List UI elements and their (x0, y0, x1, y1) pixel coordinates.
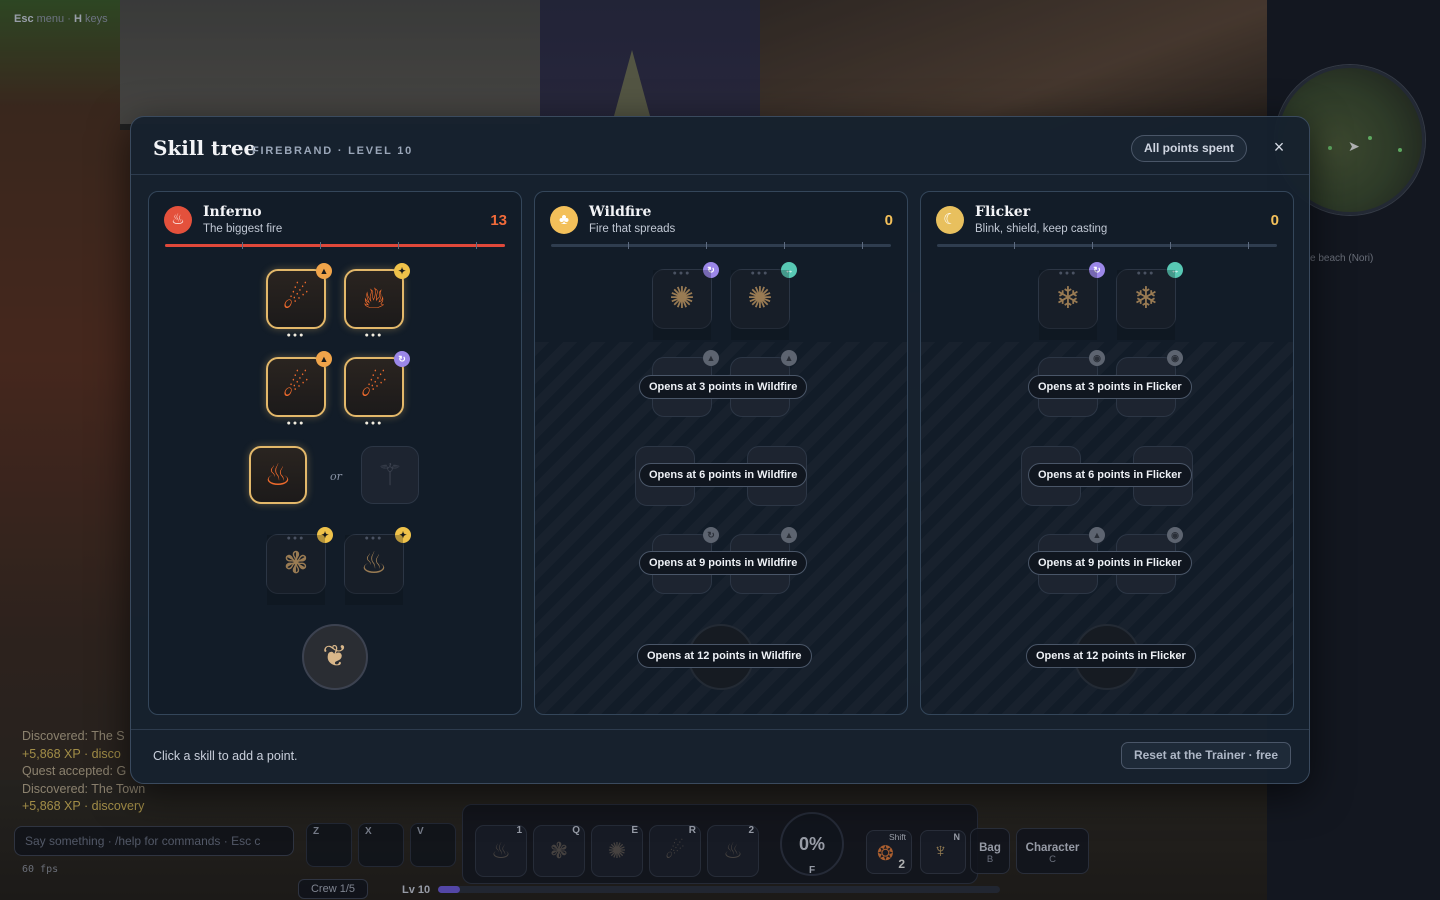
rank-pips: ●●● (1117, 270, 1175, 340)
lock-requirement: Opens at 12 points in Flicker (1026, 644, 1196, 668)
rank-pips: ●●● (653, 270, 711, 340)
flicker-icon: ☾ (936, 206, 964, 234)
lock-badge-icon: ▲ (781, 527, 797, 543)
lock-badge-icon: ↻ (703, 527, 719, 543)
rank-pips: ●●● (267, 535, 325, 605)
tree-flicker: ☾ Flicker Blink, shield, keep casting 0 … (920, 191, 1294, 715)
skill-node-embers[interactable]: ❃ ✦ ●●● (266, 527, 333, 605)
progress-tick (784, 242, 785, 249)
rank-pips: ●●● (286, 420, 306, 427)
tree-progress-bar (165, 242, 505, 249)
skill-node-fireball-2[interactable]: ☄ ▲ ●●● (266, 351, 332, 427)
fireball-icon: ☄ (282, 370, 310, 403)
cycle-badge-icon: ↻ (394, 351, 410, 367)
rank-pips: ●●● (364, 332, 384, 339)
progress-tick (242, 242, 243, 249)
skill-node-fireball[interactable]: ☄ ▲ ●●● (266, 263, 332, 339)
progress-tick (476, 242, 477, 249)
lock-requirement: Opens at 6 points in Wildfire (639, 463, 808, 487)
lock-requirement: Opens at 12 points in Wildfire (637, 644, 812, 668)
lock-requirement: Opens at 6 points in Flicker (1028, 463, 1192, 487)
skill-node-pyre[interactable]: ♨ (249, 446, 307, 504)
points-status-pill: All points spent (1131, 135, 1247, 162)
skill-node-comet[interactable]: ☄ ↻ ●●● (344, 351, 410, 427)
tree-points: 0 (884, 212, 893, 229)
upgrade-badge-icon: ▲ (316, 263, 332, 279)
skill-node-spread[interactable]: ✺ ↔ ●●● (730, 262, 797, 340)
progress-tick (706, 242, 707, 249)
rank-pips: ●●● (286, 332, 306, 339)
skill-node-blink[interactable]: ❄ ↻ ●●● (1038, 262, 1105, 340)
reset-button[interactable]: Reset at the Trainer · free (1120, 742, 1291, 769)
lock-badge-icon: ◉ (1167, 527, 1183, 543)
power-badge-icon: ✦ (394, 263, 410, 279)
footer-hint: Click a skill to add a point. (153, 749, 298, 763)
tree-inferno: ♨ Inferno The biggest fire 13 ☄ ▲ ●●● 🔥︎… (148, 191, 522, 715)
bonfire-icon: ♨ (264, 459, 292, 492)
skill-node-blaze[interactable]: 🔥︎ ✦ ●●● (344, 263, 410, 339)
lock-requirement: Opens at 3 points in Wildfire (639, 375, 808, 399)
tree-progress-bar (551, 242, 891, 249)
lock-requirement: Opens at 9 points in Flicker (1028, 551, 1192, 575)
modal-footer: Click a skill to add a point. Reset at t… (131, 729, 1309, 783)
progress-tick (1092, 242, 1093, 249)
rank-pips: ●●● (731, 270, 789, 340)
lock-badge-icon: ◉ (1089, 350, 1105, 366)
upgrade-badge-icon: ▲ (316, 351, 332, 367)
rank-pips: ●●● (345, 535, 403, 605)
choice-or-label: or (330, 470, 342, 483)
wildfire-icon: ♣ (550, 206, 578, 234)
close-icon[interactable]: × (1269, 137, 1289, 157)
progress-tick (398, 242, 399, 249)
lock-requirement: Opens at 3 points in Flicker (1028, 375, 1192, 399)
tree-description: Fire that spreads (589, 223, 676, 235)
tree-wildfire: ♣ Wildfire Fire that spreads 0 ✺ ↻ ●●● ✺… (534, 191, 908, 715)
tree-name: Wildfire (589, 204, 652, 220)
modal-header: Skill tree FIREBRAND · LEVEL 10 All poin… (131, 117, 1309, 175)
progress-tick (628, 242, 629, 249)
lock-requirement: Opens at 9 points in Wildfire (639, 551, 808, 575)
skill-node-spark[interactable]: ✺ ↻ ●●● (652, 262, 719, 340)
keystone-node[interactable]: ❦ (302, 624, 368, 690)
tree-points: 13 (490, 212, 507, 229)
fire-drop-icon: ❦ (322, 640, 348, 673)
tree-name: Flicker (975, 204, 1031, 220)
tree-description: The biggest fire (203, 223, 283, 235)
tree-points: 0 (1270, 212, 1279, 229)
skill-node-flame[interactable]: ♨ ✦ ●●● (344, 527, 411, 605)
tree-progress-bar (937, 242, 1277, 249)
modal-title: Skill tree (153, 136, 257, 160)
rank-pips: ●●● (364, 420, 384, 427)
rank-pips: ●●● (1039, 270, 1097, 340)
skill-tree-modal: Skill tree FIREBRAND · LEVEL 10 All poin… (130, 116, 1310, 784)
tree-name: Inferno (203, 204, 262, 220)
staff-icon: ⚚ (376, 459, 404, 492)
modal-subtitle: FIREBRAND · LEVEL 10 (252, 145, 414, 157)
skill-node-shield[interactable]: ❄ ↔ ●●● (1116, 262, 1183, 340)
tree-progress-fill (165, 244, 505, 247)
progress-tick (320, 242, 321, 249)
tree-description: Blink, shield, keep casting (975, 223, 1108, 235)
progress-tick (1014, 242, 1015, 249)
flame-icon: 🔥︎ (362, 282, 386, 315)
progress-tick (1248, 242, 1249, 249)
fireball-icon: ☄ (360, 370, 388, 403)
progress-tick (1170, 242, 1171, 249)
lock-badge-icon: ▲ (781, 350, 797, 366)
skill-node-staff[interactable]: ⚚ (361, 446, 419, 504)
fireball-icon: ☄ (282, 282, 310, 315)
lock-badge-icon: ▲ (1089, 527, 1105, 543)
lock-badge-icon: ▲ (703, 350, 719, 366)
progress-tick (862, 242, 863, 249)
flame-icon: ♨ (164, 206, 192, 234)
lock-badge-icon: ◉ (1167, 350, 1183, 366)
